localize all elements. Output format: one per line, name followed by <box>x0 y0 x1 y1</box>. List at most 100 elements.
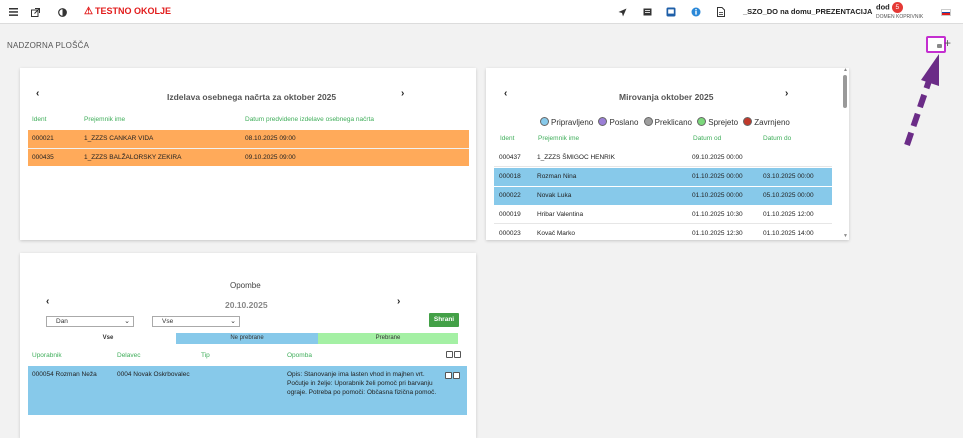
cell-user: 000054 Rozman Neža <box>32 371 97 378</box>
scroll-down-icon[interactable]: ▼ <box>843 233 848 239</box>
scroll-up-icon[interactable]: ▲ <box>843 67 848 73</box>
mirovanja-header-to[interactable]: Datum do <box>763 135 791 142</box>
cell-ident: 000019 <box>499 211 521 218</box>
cell-name: Hribar Valentina <box>537 211 584 218</box>
cell-date-to: 05.10.2025 00:00 <box>763 192 814 199</box>
mirovanja-header-from[interactable]: Datum od <box>693 135 721 142</box>
user-name: dod <box>876 2 890 12</box>
row-checkbox[interactable] <box>445 372 452 379</box>
mirovanja-next-button[interactable]: › <box>785 88 788 99</box>
cell-ident: 000435 <box>32 154 54 161</box>
cell-name: Novak Luka <box>537 192 572 199</box>
table-row[interactable]: 000437 1_ZZZS ŠMIGOC HENRIK 09.10.2025 0… <box>494 149 832 167</box>
table-row[interactable]: 000022 Novak Luka 01.10.2025 00:00 05.10… <box>494 187 832 205</box>
chevron-down-icon: ⌄ <box>124 318 130 325</box>
table-row[interactable]: 000021 1_ZZZS CANKAR VIDA 08.10.2025 09:… <box>28 130 469 148</box>
language-flag-icon[interactable] <box>941 9 951 16</box>
opombe-prev-button[interactable]: ‹ <box>46 296 49 307</box>
lock-icon <box>937 44 942 48</box>
cell-ident: 000021 <box>32 135 54 142</box>
send-icon[interactable] <box>616 6 628 18</box>
mirovanja-header-name[interactable]: Prejemnik ime <box>538 135 579 142</box>
plans-header-date[interactable]: Datum predvidene izdelave osebnega načrt… <box>245 116 374 123</box>
cell-date-from: 01.10.2025 12:30 <box>692 230 743 237</box>
status-dot-icon <box>743 117 753 126</box>
chevron-down-icon: ⌄ <box>230 318 236 325</box>
cell-name: 1_ZZZS CANKAR VIDA <box>84 135 154 142</box>
cell-date: 08.10.2025 09:00 <box>245 135 296 142</box>
cell-date-from: 09.10.2025 00:00 <box>692 154 743 161</box>
plans-next-button[interactable]: › <box>401 88 404 99</box>
annotation-arrow <box>904 54 939 146</box>
status-dot-icon <box>598 117 608 126</box>
cell-date-from: 01.10.2025 00:00 <box>692 192 743 199</box>
legend-item[interactable]: Poslano <box>598 117 638 127</box>
opombe-header-type[interactable]: Tip <box>201 352 210 359</box>
profile-link-title[interactable]: _SZO_DO na domu_PREZENTACIJA <box>743 7 872 16</box>
cell-name: Kovač Marko <box>537 230 575 237</box>
legend-item[interactable]: Zavrnjeno <box>743 117 790 127</box>
top-bar: ⚠ TESTNO OKOLJE _SZO_DO na domu_PREZENTAC… <box>0 0 963 24</box>
cell-date-from: 01.10.2025 10:30 <box>692 211 743 218</box>
table-row[interactable]: 000018 Rozman Nina 01.10.2025 00:00 03.1… <box>494 168 832 186</box>
card-icon[interactable] <box>641 6 653 18</box>
warning-icon: ⚠ <box>84 6 93 17</box>
select-all-checkbox[interactable] <box>446 351 453 358</box>
cell-name: Rozman Nina <box>537 173 577 180</box>
status-legend: Pripravljeno Poslano Preklicano Sprejeto… <box>540 117 793 127</box>
status-dot-icon <box>697 117 707 126</box>
table-row[interactable]: 000023 Kovač Marko 01.10.2025 12:30 01.1… <box>494 225 832 239</box>
external-link-icon[interactable] <box>29 6 41 18</box>
opombe-next-button[interactable]: › <box>397 296 400 307</box>
cell-date-from: 01.10.2025 00:00 <box>692 173 743 180</box>
plans-title: Izdelava osebnega načrta za oktober 2025 <box>167 92 337 102</box>
opombe-date: 20.10.2025 <box>225 300 268 310</box>
mirovanja-header-ident[interactable]: Ident <box>500 135 514 142</box>
status-dot-icon <box>643 117 653 126</box>
mirovanja-title: Mirovanja oktober 2025 <box>619 92 714 102</box>
table-row[interactable]: 000435 1_ZZZS BALŽALORSKY ZEKIRA 09.10.2… <box>28 148 469 166</box>
plans-prev-button[interactable]: ‹ <box>36 88 39 99</box>
table-row[interactable]: 000019 Hribar Valentina 01.10.2025 10:30… <box>494 206 832 224</box>
cell-ident: 000437 <box>499 154 521 161</box>
cell-name: 1_ZZZS BALŽALORSKY ZEKIRA <box>84 154 182 161</box>
filter-tab-all[interactable]: Vse <box>40 333 176 344</box>
opombe-header-worker[interactable]: Delavec <box>117 352 140 359</box>
row-checkbox[interactable] <box>453 372 460 379</box>
user-menu[interactable]: dod 5 DOMEN KOPRIVNIK <box>876 2 923 20</box>
filter-tab-read[interactable]: Prebrane <box>318 333 458 344</box>
notification-badge[interactable]: 5 <box>891 2 903 13</box>
select-all-checkbox[interactable] <box>454 351 461 358</box>
user-subtitle: DOMEN KOPRIVNIK <box>876 14 924 20</box>
legend-item[interactable]: Pripravljeno <box>540 117 593 127</box>
page-title: NADZORNA PLOŠČA <box>7 41 90 50</box>
environment-title: ⚠ TESTNO OKOLJE <box>84 6 171 17</box>
document-icon[interactable] <box>715 6 727 18</box>
status-dot-icon <box>540 117 549 126</box>
cell-ident: 000018 <box>499 173 521 180</box>
cell-date-to: 03.10.2025 00:00 <box>763 173 814 180</box>
legend-item[interactable]: Sprejeto <box>697 117 738 127</box>
mirovanja-prev-button[interactable]: ‹ <box>504 88 507 99</box>
scrollbar-thumb[interactable] <box>843 75 847 108</box>
cell-ident: 000023 <box>499 230 521 237</box>
menu-icon[interactable] <box>7 6 19 18</box>
add-widget-button[interactable]: + <box>944 36 951 50</box>
opombe-title: Opombe <box>230 281 261 290</box>
plans-header-name[interactable]: Prejemnik ime <box>84 116 125 123</box>
cell-name: 1_ZZZS ŠMIGOC HENRIK <box>537 154 616 161</box>
opombe-header-user[interactable]: Uporabnik <box>32 352 62 359</box>
info-icon[interactable] <box>690 6 702 18</box>
contrast-icon[interactable] <box>56 6 68 18</box>
save-button[interactable]: Shrani <box>429 313 459 327</box>
period-select[interactable]: Dan ⌄ <box>46 316 134 327</box>
filter-select[interactable]: Vse ⌄ <box>152 316 240 327</box>
opombe-header-note[interactable]: Opomba <box>287 352 312 359</box>
cell-date-to: 01.10.2025 14:00 <box>763 230 814 237</box>
legend-item[interactable]: Preklicano <box>643 117 692 127</box>
plans-header-ident[interactable]: Ident <box>32 116 46 123</box>
cell-ident: 000022 <box>499 192 521 199</box>
screen-icon[interactable] <box>665 6 677 18</box>
cell-date: 09.10.2025 09:00 <box>245 154 296 161</box>
filter-tab-unread[interactable]: Ne prebrane <box>176 333 318 344</box>
